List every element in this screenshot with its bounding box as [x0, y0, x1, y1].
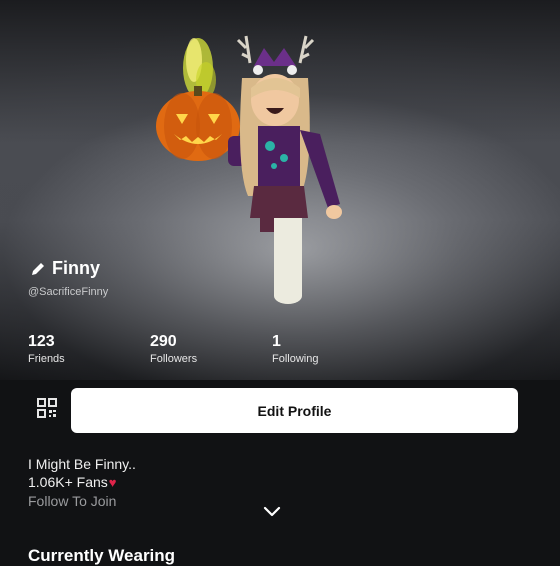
chevron-down-icon[interactable] [262, 504, 282, 518]
stat-following[interactable]: 1 Following [272, 333, 318, 365]
username: @SacrificeFinny [28, 286, 109, 298]
display-name: Finny [30, 258, 100, 279]
stat-friends-label: Friends [28, 353, 65, 365]
stat-following-value: 1 [272, 333, 281, 350]
display-name-text: Finny [52, 258, 100, 278]
stat-followers[interactable]: 290 Followers [150, 333, 197, 365]
stat-followers-value: 290 [150, 333, 177, 350]
antler-crown [236, 35, 315, 64]
currently-wearing-heading: Currently Wearing [28, 546, 176, 565]
pencil-icon [32, 262, 44, 275]
profile-stats: 123 Friends 290 Followers 1 Following [0, 333, 560, 373]
bio-line-2: 1.06K+ Fans♥ [28, 473, 136, 492]
bio-line-3: Follow To Join [28, 493, 117, 509]
heart-icon: ♥ [108, 475, 117, 490]
bio-line-2-text: 1.06K+ Fans [28, 474, 108, 490]
edit-profile-button[interactable]: Edit Profile [71, 388, 518, 433]
stat-followers-label: Followers [150, 353, 198, 365]
pumpkin [156, 86, 240, 161]
stat-following-label: Following [272, 353, 319, 365]
profile-hero: Finny @SacrificeFinny [0, 0, 560, 380]
avatar [156, 35, 342, 304]
stat-friends-value: 123 [28, 333, 55, 350]
qr-code-icon[interactable] [36, 397, 58, 419]
profile-bio: I Might Be Finny.. 1.06K+ Fans♥ Follow T… [28, 455, 136, 510]
bio-line-1: I Might Be Finny.. [28, 456, 136, 472]
stat-friends[interactable]: 123 Friends [28, 333, 65, 365]
